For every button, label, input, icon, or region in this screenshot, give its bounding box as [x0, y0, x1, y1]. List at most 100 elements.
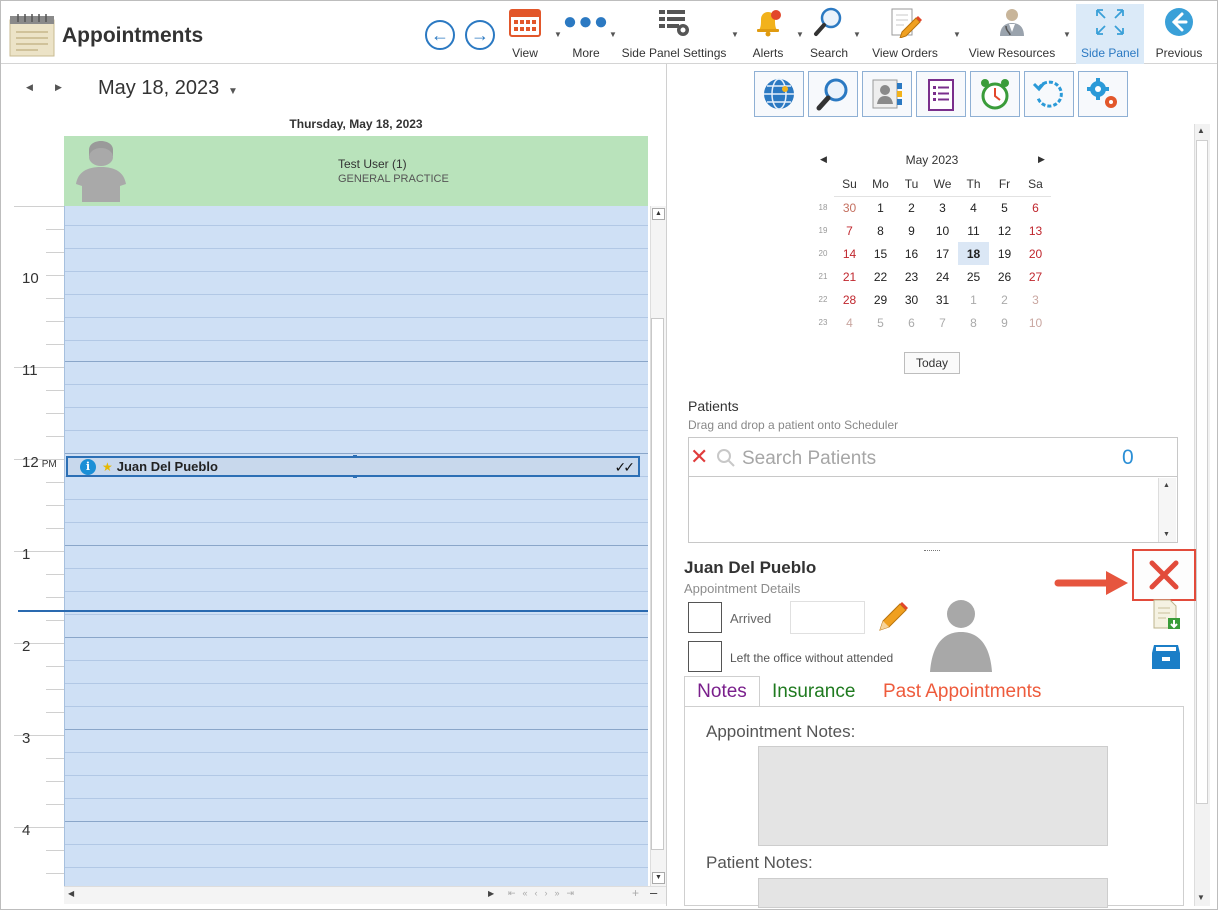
scroll-left-icon[interactable]: ◀ [68, 889, 74, 898]
tab-past-appointments[interactable]: Past Appointments [883, 681, 1041, 703]
calendar-day-selected[interactable]: 18 [958, 242, 989, 265]
calendar-month-label[interactable]: May 2023 [880, 153, 984, 167]
calendar-day[interactable]: 24 [927, 265, 958, 288]
patient-search-input[interactable] [742, 447, 1082, 471]
forward-arrow-button[interactable]: → [465, 20, 495, 50]
calendar-day[interactable]: 15 [865, 242, 896, 265]
calendar-day[interactable]: 6 [1020, 196, 1051, 219]
scroll-down-icon[interactable]: ▼ [1163, 531, 1170, 538]
patient-result-list[interactable] [688, 477, 1178, 543]
calendar-day[interactable]: 5 [989, 196, 1020, 219]
scroll-right-icon[interactable]: ▶ [488, 889, 494, 898]
calendar-next-month-button[interactable]: ▶ [1038, 154, 1045, 165]
scroll-up-icon[interactable]: ▲ [1163, 482, 1170, 489]
calendar-day[interactable]: 19 [989, 242, 1020, 265]
today-button[interactable]: Today [904, 352, 960, 374]
more-dropdown-caret-icon[interactable]: ▼ [609, 30, 617, 39]
arrived-checkbox[interactable] [688, 602, 722, 633]
remove-record-icon[interactable]: – [650, 885, 657, 900]
calendar-day[interactable]: 2 [989, 288, 1020, 311]
search-dropdown-caret-icon[interactable]: ▼ [853, 30, 861, 39]
side-panel-scroll-thumb[interactable] [1196, 140, 1208, 804]
calendar-day[interactable]: 23 [896, 265, 927, 288]
orders-dropdown-caret-icon[interactable]: ▼ [953, 30, 961, 39]
scroll-down-icon[interactable]: ▼ [1197, 893, 1205, 902]
left-office-checkbox[interactable] [688, 641, 722, 672]
calendar-day[interactable]: 26 [989, 265, 1020, 288]
calendar-day[interactable]: 17 [927, 242, 958, 265]
reminder-button[interactable] [970, 71, 1020, 117]
web-globe-button[interactable] [754, 71, 804, 117]
panel-settings-button[interactable] [1078, 71, 1128, 117]
contacts-button[interactable] [862, 71, 912, 117]
calendar-day[interactable]: 7 [927, 311, 958, 334]
tab-insurance[interactable]: Insurance [772, 681, 855, 703]
calendar-day[interactable]: 8 [865, 219, 896, 242]
calendar-day[interactable]: 11 [958, 219, 989, 242]
calendar-day[interactable]: 8 [958, 311, 989, 334]
scroll-down-icon[interactable]: ▼ [652, 872, 665, 884]
next-day-button[interactable]: ▶ [55, 82, 62, 93]
calendar-day[interactable]: 9 [989, 311, 1020, 334]
checklist-button[interactable] [916, 71, 966, 117]
alerts-button[interactable]: Alerts [748, 4, 788, 62]
date-picker-caret-icon[interactable]: ▼ [228, 86, 238, 97]
calendar-day[interactable]: 25 [958, 265, 989, 288]
archive-box-icon[interactable] [1150, 643, 1182, 676]
side-panel-settings-button[interactable]: Side Panel Settings [620, 4, 728, 62]
calendar-day[interactable]: 7 [834, 219, 865, 242]
patient-list-scrollbar[interactable]: ▲ ▼ [1158, 478, 1176, 542]
calendar-day[interactable]: 10 [927, 219, 958, 242]
clear-search-icon[interactable]: ✕ [690, 444, 708, 470]
export-document-icon[interactable] [1150, 598, 1182, 635]
zoom-search-button[interactable] [808, 71, 858, 117]
calendar-day[interactable]: 10 [1020, 311, 1051, 334]
calendar-day[interactable]: 2 [896, 196, 927, 219]
calendar-prev-month-button[interactable]: ◀ [820, 154, 827, 165]
appointment-notes-textarea[interactable] [758, 746, 1108, 846]
panel-splitter-handle[interactable] [924, 550, 940, 552]
calendar-day[interactable]: 4 [834, 311, 865, 334]
calendar-day[interactable]: 3 [1020, 288, 1051, 311]
previous-day-button[interactable]: ◀ [26, 82, 33, 93]
calendar-day[interactable]: 29 [865, 288, 896, 311]
calendar-day[interactable]: 9 [896, 219, 927, 242]
previous-button[interactable]: Previous [1152, 4, 1206, 62]
scheduler-horizontal-scrollbar[interactable]: ◀ ▶ ⇤«‹›»⇥ + – [64, 885, 666, 904]
resources-dropdown-caret-icon[interactable]: ▼ [1063, 30, 1071, 39]
scheduler-scroll-thumb[interactable] [651, 318, 664, 850]
record-navigator-icon[interactable]: ⇤«‹›»⇥ [508, 888, 581, 899]
calendar-day[interactable]: 16 [896, 242, 927, 265]
time-slot-grid[interactable] [64, 206, 648, 886]
view-resources-button[interactable]: View Resources [966, 4, 1058, 62]
scroll-up-icon[interactable]: ▲ [1197, 126, 1205, 135]
search-button[interactable]: Search [808, 4, 850, 62]
calendar-day[interactable]: 21 [834, 265, 865, 288]
calendar-day[interactable]: 3 [927, 196, 958, 219]
tab-notes[interactable]: Notes [684, 676, 760, 706]
delete-appointment-button[interactable] [1132, 549, 1196, 601]
calendar-day[interactable]: 5 [865, 311, 896, 334]
settings-dropdown-caret-icon[interactable]: ▼ [731, 30, 739, 39]
calendar-day[interactable]: 30 [834, 196, 865, 219]
calendar-day[interactable]: 13 [1020, 219, 1051, 242]
calendar-day[interactable]: 31 [927, 288, 958, 311]
calendar-day[interactable]: 1 [865, 196, 896, 219]
add-record-icon[interactable]: + [632, 886, 639, 900]
calendar-day[interactable]: 30 [896, 288, 927, 311]
more-button[interactable]: ●●● More [563, 4, 609, 62]
refresh-button[interactable] [1024, 71, 1074, 117]
appointment-block[interactable]: i ★ Juan Del Pueblo ✓✓ [66, 455, 640, 478]
calendar-day[interactable]: 22 [865, 265, 896, 288]
view-orders-button[interactable]: View Orders [866, 4, 944, 62]
calendar-day[interactable]: 6 [896, 311, 927, 334]
patient-notes-textarea[interactable] [758, 878, 1108, 908]
calendar-day[interactable]: 12 [989, 219, 1020, 242]
view-button[interactable]: View [505, 4, 545, 62]
calendar-day[interactable]: 28 [834, 288, 865, 311]
calendar-day[interactable]: 20 [1020, 242, 1051, 265]
calendar-day[interactable]: 1 [958, 288, 989, 311]
view-dropdown-caret-icon[interactable]: ▼ [554, 30, 562, 39]
calendar-day[interactable]: 27 [1020, 265, 1051, 288]
selected-date-label[interactable]: May 18, 2023 [98, 77, 219, 100]
